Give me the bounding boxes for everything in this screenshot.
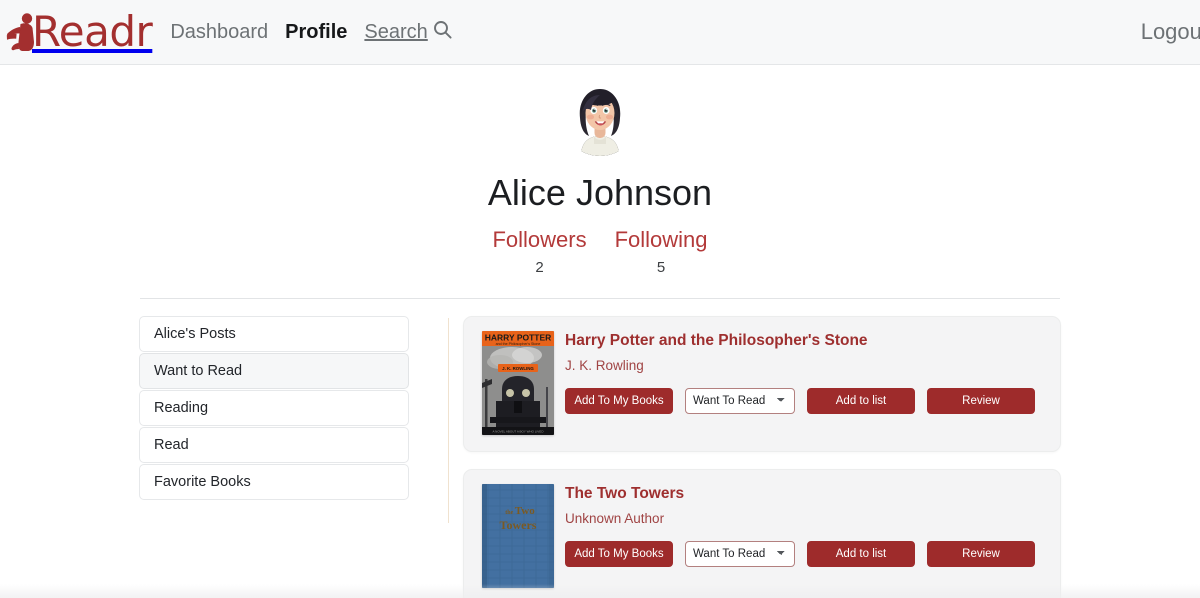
navbar-right: Logout: [1141, 19, 1200, 45]
add-to-my-books-button[interactable]: Add To My Books: [565, 387, 673, 414]
book-title[interactable]: Harry Potter and the Philosopher's Stone: [565, 332, 1044, 351]
book-author: Unknown Author: [565, 511, 665, 527]
profile-content: Alice's Posts Want to Read Reading Read …: [0, 299, 1200, 598]
following-link[interactable]: Following: [615, 226, 708, 254]
shelf-select[interactable]: Want To Read Reading Read: [685, 540, 795, 567]
page-title: Alice Johnson: [487, 172, 713, 213]
sidebar-item-read[interactable]: Read: [139, 426, 409, 463]
svg-text:J. K. ROWLING: J. K. ROWLING: [502, 366, 534, 371]
user-avatar-illustration: [561, 78, 639, 156]
book-card: the Two Towers The Two Towers Unknown Au…: [463, 468, 1061, 598]
shelf-sidebar: Alice's Posts Want to Read Reading Read …: [139, 315, 409, 598]
svg-text:Towers: Towers: [500, 518, 537, 532]
review-button[interactable]: Review: [927, 387, 1035, 414]
profile-header: Alice Johnson Followers 2 Following 5: [0, 65, 1200, 299]
search-icon: [433, 20, 452, 45]
book-info: The Two Towers Unknown Author Add To My …: [565, 484, 1044, 588]
nav-link-profile[interactable]: Profile: [285, 21, 347, 44]
add-to-list-button[interactable]: Add to list: [807, 387, 915, 414]
profile-stats: Followers 2 Following 5: [0, 226, 1200, 276]
shelf-select[interactable]: Want To Read Reading Read: [685, 387, 795, 414]
navbar: Readr Dashboard Profile Search Logout: [0, 0, 1200, 65]
followers-count: 2: [535, 258, 544, 276]
nav-link-dashboard[interactable]: Dashboard: [170, 21, 268, 44]
book-title[interactable]: The Two Towers: [565, 485, 1044, 504]
add-to-my-books-button[interactable]: Add To My Books: [565, 540, 673, 567]
sidebar-item-reading[interactable]: Reading: [139, 389, 409, 426]
sidebar-item-favorite-books[interactable]: Favorite Books: [139, 463, 409, 500]
svg-text:A NOVEL ABOUT A BOY WHO LIVED: A NOVEL ABOUT A BOY WHO LIVED: [493, 429, 545, 433]
nav-search-label: Search: [364, 20, 428, 43]
book-cover-harry-potter[interactable]: HARRY POTTER and the Philosopher's Stone…: [482, 330, 554, 435]
svg-text:and the Philosopher's Stone: and the Philosopher's Stone: [496, 342, 541, 346]
book-list: HARRY POTTER and the Philosopher's Stone…: [463, 315, 1061, 598]
nav-links: Dashboard Profile Search: [170, 19, 452, 45]
stat-followers: Followers 2: [492, 226, 586, 276]
book-author: J. K. Rowling: [565, 358, 644, 374]
svg-text:HARRY POTTER: HARRY POTTER: [485, 332, 552, 342]
sidebar-item-want-to-read[interactable]: Want to Read: [139, 352, 409, 389]
book-cover-two-towers[interactable]: the Two Towers: [482, 483, 554, 588]
avatar: [561, 78, 639, 156]
following-count: 5: [656, 258, 666, 276]
brand-text: Readr: [32, 7, 153, 56]
followers-link[interactable]: Followers: [492, 226, 586, 254]
brand-logo[interactable]: Readr: [4, 4, 153, 60]
review-button[interactable]: Review: [927, 540, 1035, 567]
add-to-list-button[interactable]: Add to list: [807, 540, 915, 567]
stat-following: Following 5: [615, 226, 708, 276]
book-actions: Add To My Books Want To Read Reading Rea…: [565, 540, 1044, 567]
book-info: Harry Potter and the Philosopher's Stone…: [565, 331, 1044, 435]
sidebar-item-alices-posts[interactable]: Alice's Posts: [139, 315, 409, 352]
nav-link-search[interactable]: Search: [364, 19, 452, 45]
logout-button[interactable]: Logout: [1141, 19, 1200, 44]
book-card: HARRY POTTER and the Philosopher's Stone…: [463, 315, 1061, 452]
vertical-divider: [448, 317, 449, 523]
book-actions: Add To My Books Want To Read Reading Rea…: [565, 387, 1044, 414]
